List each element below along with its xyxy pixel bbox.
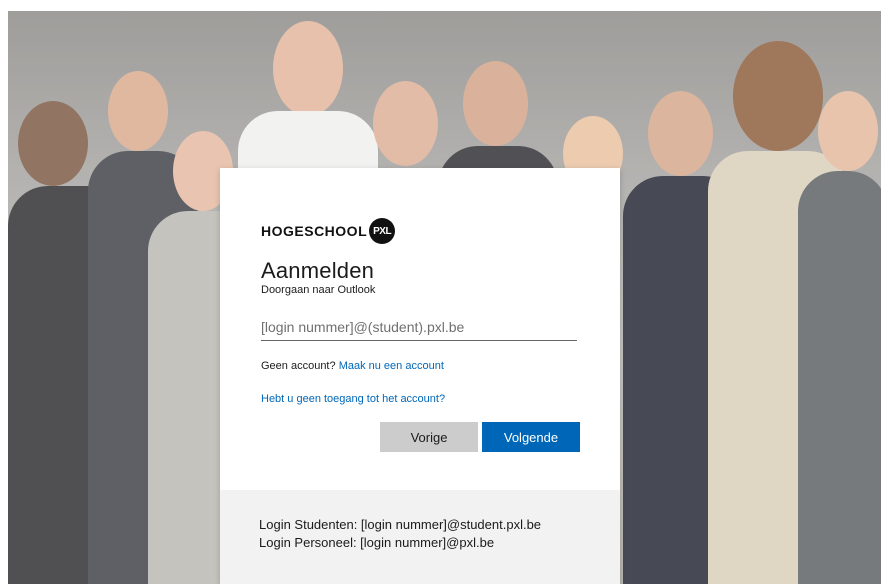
next-button[interactable]: Volgende	[482, 422, 580, 452]
no-access-link[interactable]: Hebt u geen toegang tot het account?	[261, 393, 445, 405]
staff-login-hint: Login Personeel: [login nummer]@pxl.be	[259, 535, 495, 550]
page-subtitle: Doorgaan naar Outlook	[261, 284, 376, 296]
signin-card: HOGESCHOOL PXL Aanmelden Doorgaan naar O…	[220, 168, 620, 584]
logo-text: HOGESCHOOL	[261, 223, 368, 239]
no-account-text: Geen account? Maak nu een account	[261, 360, 444, 372]
page-title: Aanmelden	[261, 258, 375, 283]
student-login-hint: Login Studenten: [login nummer]@student.…	[259, 517, 542, 532]
no-access-row: Hebt u geen toegang tot het account?	[261, 393, 445, 405]
pxl-badge: PXL	[369, 218, 396, 244]
signin-form: HOGESCHOOL PXL Aanmelden Doorgaan naar O…	[220, 168, 620, 490]
no-account-label: Geen account?	[261, 360, 336, 372]
back-button[interactable]: Vorige	[380, 422, 478, 452]
create-account-link[interactable]: Maak nu een account	[339, 360, 444, 372]
email-input[interactable]	[261, 314, 577, 341]
login-hint-footer: Login Studenten: [login nummer]@student.…	[220, 490, 620, 584]
hogeschool-pxl-logo: HOGESCHOOL PXL	[261, 218, 396, 244]
